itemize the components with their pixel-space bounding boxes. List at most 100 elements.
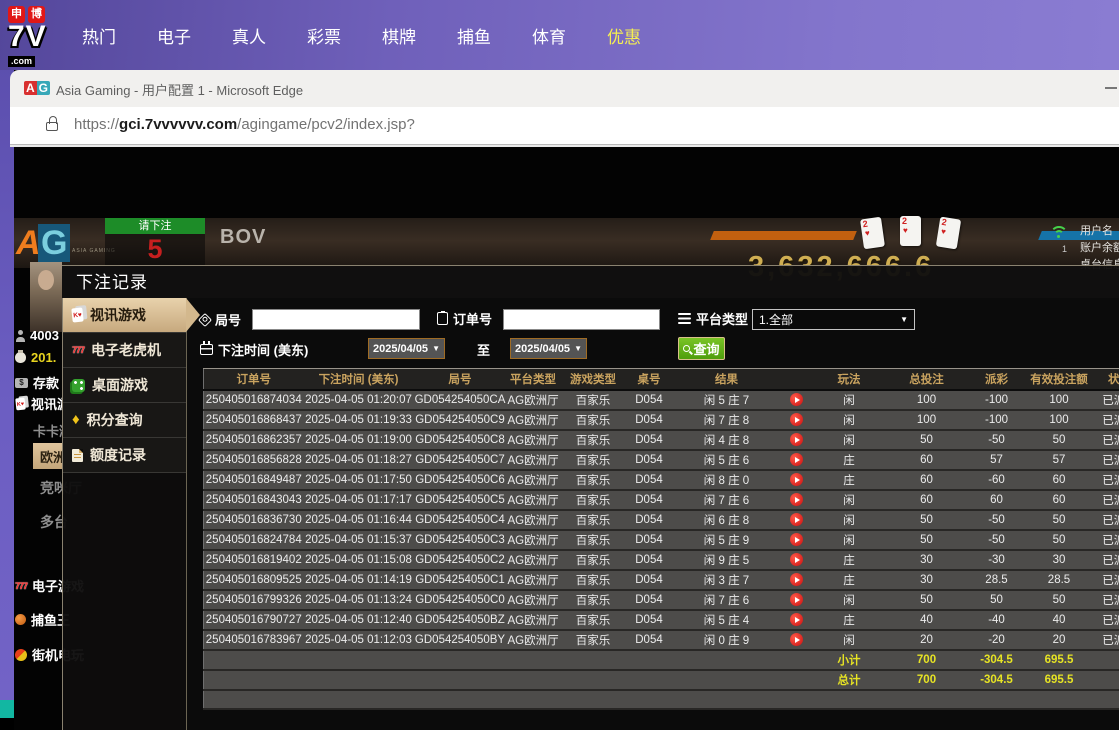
col-header-0: 订单号 [204,369,304,390]
browser-urlbar[interactable]: https://gci.7vvvvvv.com/agingame/pcv2/in… [10,107,1119,145]
cell: 百家乐 [560,570,627,590]
cell: 已派彩 [1092,430,1119,450]
cell: D054 [627,590,672,610]
cell: 闲 [812,510,887,530]
cell: 已派彩 [1092,390,1119,410]
empty-row [204,690,1119,710]
nav-item-8[interactable]: 优惠 [607,23,641,48]
cell: 百家乐 [560,530,627,550]
cell: 闲 [812,590,887,610]
play-button[interactable] [790,513,803,526]
nav-item-5[interactable]: 棋牌 [382,23,416,48]
diamond-icon: ♦ [72,413,80,427]
cell: 2025-04-05 01:13:24 [304,590,414,610]
left-window-strip [0,62,14,700]
cell: 250405016809525 [204,570,304,590]
cell: GD054254050C1 [414,570,507,590]
url-text[interactable]: https://gci.7vvvvvv.com/agingame/pcv2/in… [74,116,415,133]
cell: AG欧洲厅 [507,510,560,530]
cell: 695.5 [1027,670,1092,690]
cell: 30 [1027,550,1092,570]
cell: 250405016862357 [204,430,304,450]
cell: 庄 [812,470,887,490]
minimize-button[interactable] [1105,87,1117,89]
table-row: 2504050168194022025-04-05 01:15:08GD0542… [204,550,1119,570]
cell [782,610,812,630]
sidebar-item-5[interactable]: 额度记录 [63,438,186,473]
col-header-6: 结果 [672,369,782,390]
table-row: 2504050168684372025-04-05 01:19:33GD0542… [204,410,1119,430]
sidebar-item-1[interactable]: K♥视讯游戏 [63,298,186,333]
play-button[interactable] [790,453,803,466]
cell [782,390,812,410]
cell: 2025-04-05 01:15:37 [304,530,414,550]
play-button[interactable] [790,533,803,546]
cell: 57 [1027,450,1092,470]
cell: 20 [887,630,967,650]
order-number-input[interactable] [503,309,660,330]
cell: 已派彩 [1092,590,1119,610]
cell [204,690,1119,710]
play-button[interactable] [790,613,803,626]
platform-icon [678,313,691,316]
cell: 2025-04-05 01:15:08 [304,550,414,570]
player-count: 1 [1062,244,1067,254]
cell: D054 [627,570,672,590]
play-button[interactable] [790,553,803,566]
summary-label: 小计 [812,650,887,670]
lock-icon [46,122,58,131]
nav-item-1[interactable]: 热门 [82,23,116,48]
date-to-select[interactable]: 2025/04/05▼ [510,338,587,359]
bet-countdown-number: 5 [105,234,205,265]
nav-item-4[interactable]: 彩票 [307,23,341,48]
dice-icon [72,379,85,392]
play-button[interactable] [790,473,803,486]
sidebar-item-4[interactable]: ♦积分查询 [63,403,186,438]
subtotal-row: 小计700-304.5695.5 [204,650,1119,670]
search-button[interactable]: 查询 [678,337,725,360]
sidebar-item-label: 电子老虎机 [91,340,161,360]
play-button[interactable] [790,573,803,586]
play-button[interactable] [790,413,803,426]
cell: 百家乐 [560,410,627,430]
cell: D054 [627,530,672,550]
date-from-select[interactable]: 2025/04/05▼ [368,338,445,359]
play-button[interactable] [790,493,803,506]
sidebar-item-3[interactable]: 桌面游戏 [63,368,186,403]
play-button[interactable] [790,393,803,406]
cell: -30 [967,550,1027,570]
platform-type-select[interactable]: 1.全部 ▼ [752,309,915,330]
deposit-item[interactable]: $ 存款 [15,373,59,392]
modal-sidebar-menu: K♥视讯游戏777电子老虎机桌面游戏♦积分查询额度记录 [62,298,187,730]
play-button[interactable] [790,633,803,646]
platform-type-label: 平台类型 [696,309,748,328]
col-header-8: 玩法 [812,369,887,390]
nav-item-7[interactable]: 体育 [532,23,566,48]
cell: 庄 [812,550,887,570]
cell: 250405016824784 [204,530,304,550]
records-table-body: 2504050168740342025-04-05 01:20:07GD0542… [204,390,1119,710]
table-row: 2504050168568282025-04-05 01:18:27GD0542… [204,450,1119,470]
moneybag-icon [15,352,26,363]
cell: AG欧洲厅 [507,450,560,470]
round-number-input[interactable] [252,309,420,330]
cell: 100 [1027,390,1092,410]
nav-item-6[interactable]: 捕鱼 [457,23,491,48]
cell: 700 [887,670,967,690]
site-logo[interactable]: 申博 7V .com [8,4,70,66]
cell: 30 [887,570,967,590]
nav-item-3[interactable]: 真人 [232,23,266,48]
round-number-group: 局号 [200,310,241,329]
play-button[interactable] [790,433,803,446]
sidebar-item-2[interactable]: 777电子老虎机 [63,333,186,368]
deposit-icon: $ [15,378,28,388]
cell [782,530,812,550]
cell: -50 [967,510,1027,530]
col-header-12: 状态 [1092,369,1119,390]
cell: 闲 [812,530,887,550]
play-button[interactable] [790,593,803,606]
cell: 闲 3 庄 7 [672,570,782,590]
nav-item-2[interactable]: 电子 [157,23,191,48]
cell: -50 [967,430,1027,450]
cell: AG欧洲厅 [507,530,560,550]
